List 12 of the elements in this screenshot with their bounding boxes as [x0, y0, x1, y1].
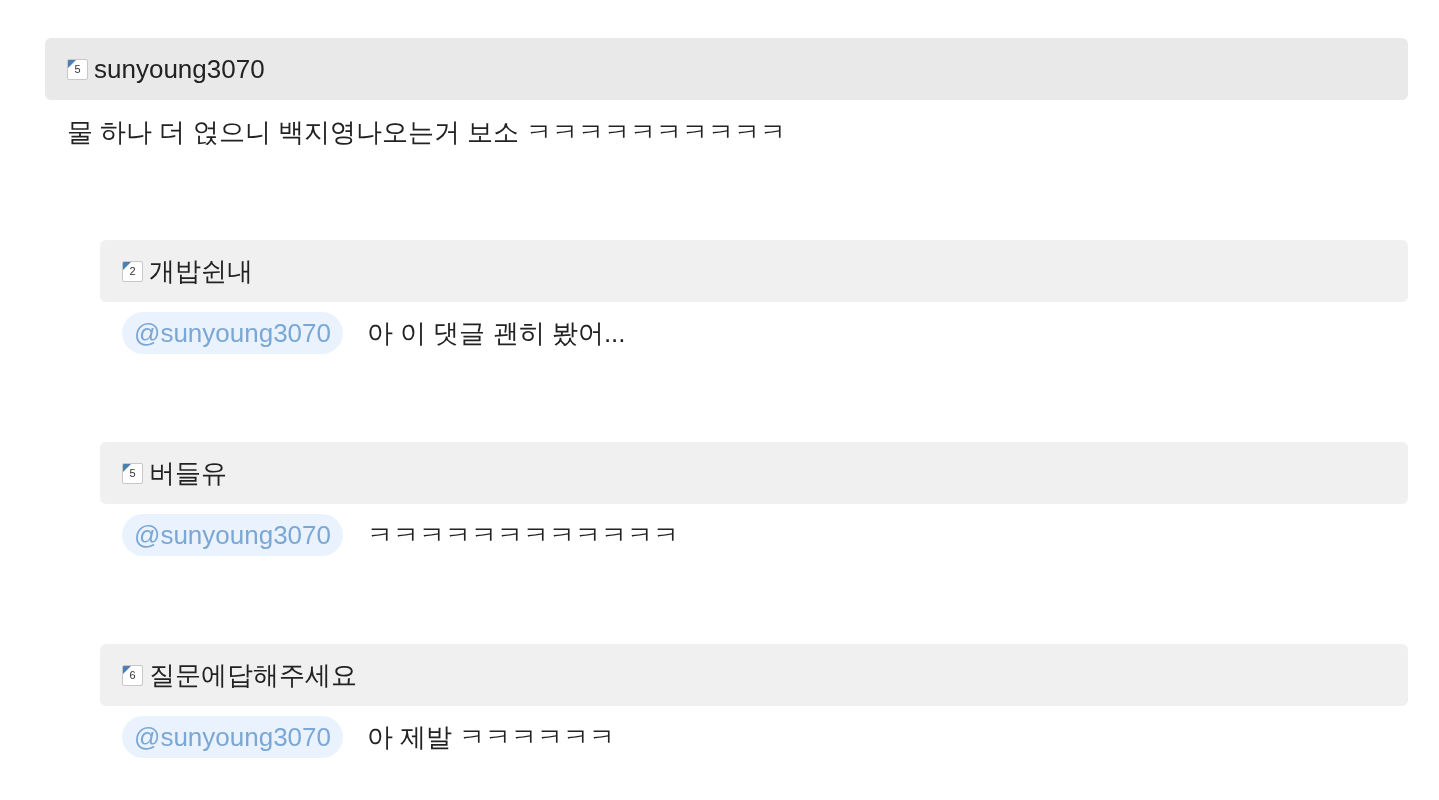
username[interactable]: 질문에답해주세요 — [149, 655, 357, 695]
level-badge: 5 — [67, 58, 88, 80]
comment-text: 물 하나 더 얹으니 백지영나오는거 보소 ㅋㅋㅋㅋㅋㅋㅋㅋㅋㅋ — [66, 116, 788, 149]
level-badge: 2 — [122, 260, 143, 282]
reply-text: 아 이 댓글 괜히 봤어... — [367, 316, 626, 350]
username[interactable]: 버들유 — [149, 453, 227, 493]
level-badge: 6 — [122, 664, 143, 686]
reply-text: ㅋㅋㅋㅋㅋㅋㅋㅋㅋㅋㅋㅋ — [367, 518, 679, 552]
username[interactable]: 개밥쉰내 — [149, 251, 253, 291]
reply-text: 아 제발 ㅋㅋㅋㅋㅋㅋ — [367, 720, 616, 754]
level-badge: 5 — [122, 462, 143, 484]
username[interactable]: sunyoung3070 — [94, 49, 265, 89]
